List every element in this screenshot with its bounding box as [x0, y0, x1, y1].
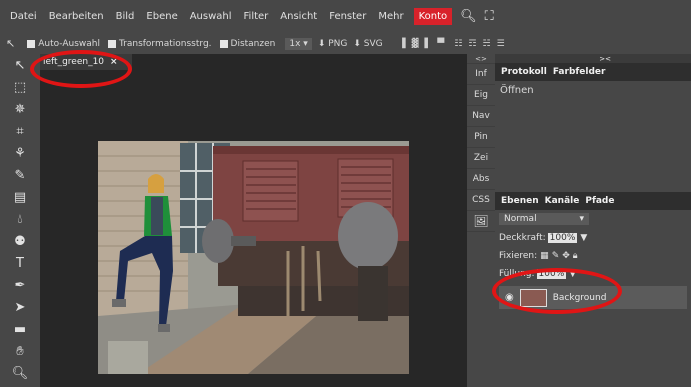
svg-label: SVG	[363, 38, 383, 49]
photo-illustration	[98, 141, 409, 374]
menu-ebene[interactable]: Ebene	[140, 11, 183, 22]
layers-tabs: Ebenen Kanäle Pfade	[495, 192, 691, 210]
zoom-tool-icon[interactable]: 🔍︎	[0, 362, 40, 384]
align-top-icon[interactable]: ▀	[437, 39, 444, 49]
tab-ebenen[interactable]: Ebenen	[501, 196, 539, 206]
lock-label: Fixieren:	[499, 251, 538, 261]
move-tool-icon: ↖	[6, 37, 16, 50]
menu-bild[interactable]: Bild	[110, 11, 141, 22]
tool-bar: ↖ ⬚ ✵ ⌗ ⚘ ✎ ▤ 💧︎ ⚉ T ✒ ➤ ▬ ✋︎ 🔍︎	[0, 54, 40, 387]
collapse-arrows-icon[interactable]: <>	[467, 54, 495, 64]
distances-checkbox[interactable]	[219, 39, 228, 48]
tab-protokoll[interactable]: Protokoll	[501, 67, 547, 77]
align-left-icon[interactable]: ▐	[399, 39, 406, 49]
panel-character[interactable]: Zei	[467, 148, 495, 169]
gradient-tool-icon[interactable]: ▤	[0, 186, 40, 208]
tab-pfade[interactable]: Pfade	[585, 196, 614, 206]
align-center-icon[interactable]: ▓	[412, 39, 419, 49]
blend-mode-value: Normal	[504, 214, 537, 224]
shape-tool-icon[interactable]: ▬	[0, 318, 40, 340]
collapsed-panels: <> Inf Eig Nav Pin Zei Abs CSS 🖼︎	[467, 54, 495, 387]
fullscreen-icon[interactable]: ⛶	[485, 9, 494, 24]
image-icon[interactable]: 🖼︎	[467, 211, 495, 232]
annotation-circle-layer	[492, 268, 622, 314]
transform-checkbox[interactable]	[107, 39, 116, 48]
panel-css[interactable]: CSS	[467, 190, 495, 211]
distances-label: Distanzen	[230, 38, 276, 49]
panel-paragraph[interactable]: Abs	[467, 169, 495, 190]
menu-fenster[interactable]: Fenster	[323, 11, 372, 22]
auto-select-label: Auto-Auswahl	[38, 38, 100, 49]
blend-mode-select[interactable]: Normal ▾	[499, 213, 589, 225]
auto-select-checkbox[interactable]	[27, 39, 36, 48]
search-icon[interactable]: 🔍︎	[460, 9, 477, 24]
panel-navigator[interactable]: Nav	[467, 106, 495, 127]
lock-icon[interactable]: 🔒︎	[573, 251, 578, 261]
right-panel: >< Protokoll Farbfelder Öffnen Ebenen Ka…	[495, 54, 691, 387]
caret-down-icon[interactable]: ▼	[580, 233, 587, 243]
document-area: left_green_10 ×	[40, 54, 467, 387]
account-button[interactable]: Konto	[413, 8, 453, 25]
opacity-row: Deckkraft: 100% ▼	[499, 233, 587, 243]
png-label: PNG	[328, 38, 348, 49]
canvas-image[interactable]	[98, 141, 409, 374]
panel-info[interactable]: Inf	[467, 64, 495, 85]
hand-tool-icon[interactable]: ✋︎	[0, 340, 40, 362]
collapse-arrows-icon[interactable]: ><	[495, 54, 691, 63]
download-icon: ⬇	[353, 38, 361, 49]
panel-properties[interactable]: Eig	[467, 85, 495, 106]
export-png-button[interactable]: ⬇ PNG	[318, 39, 348, 49]
menu-mehr[interactable]: Mehr	[372, 11, 409, 22]
chevron-down-icon: ▾	[579, 214, 584, 224]
options-bar: ↖ Auto-Auswahl Transformationsstrg. Dist…	[0, 33, 691, 54]
history-panel: Öffnen	[495, 81, 691, 209]
dodge-tool-icon[interactable]: ⚉	[0, 230, 40, 252]
history-item[interactable]: Öffnen	[495, 81, 691, 100]
tab-kanaele[interactable]: Kanäle	[545, 196, 580, 206]
menu-datei[interactable]: Datei	[4, 11, 43, 22]
heal-tool-icon[interactable]: ⚘	[0, 142, 40, 164]
opacity-label: Deckkraft:	[499, 233, 546, 243]
pen-tool-icon[interactable]: ✒	[0, 274, 40, 296]
magic-wand-icon[interactable]: ✵	[0, 98, 40, 120]
transform-label: Transformationsstrg.	[118, 38, 212, 49]
distribute-bottom-icon[interactable]: ☵	[482, 39, 490, 49]
history-tabs: Protokoll Farbfelder	[495, 63, 691, 81]
annotation-circle-tab	[30, 50, 132, 88]
panel-pin[interactable]: Pin	[467, 127, 495, 148]
align-right-icon[interactable]: ▌	[424, 39, 431, 49]
crop-tool-icon[interactable]: ⌗	[0, 120, 40, 142]
zoom-select[interactable]: 1x ▾	[285, 37, 312, 50]
brush-tool-icon[interactable]: ✎	[0, 164, 40, 186]
download-icon: ⬇	[317, 38, 326, 49]
path-select-icon[interactable]: ➤	[0, 296, 40, 318]
marquee-tool-icon[interactable]: ⬚	[0, 76, 40, 98]
opacity-input[interactable]: 100%	[547, 233, 578, 243]
menu-auswahl[interactable]: Auswahl	[184, 11, 238, 22]
export-svg-button[interactable]: ⬇ SVG	[353, 39, 382, 49]
distribute-horizontal-icon[interactable]: ☰	[497, 39, 505, 49]
menu-bar: Datei Bearbeiten Bild Ebene Auswahl Filt…	[0, 0, 691, 33]
zoom-value: 1x	[289, 38, 301, 49]
lock-transparency-icon[interactable]: ▦	[540, 251, 549, 261]
distribute-middle-icon[interactable]: ☶	[468, 39, 476, 49]
tab-farbfelder[interactable]: Farbfelder	[553, 67, 606, 77]
lock-move-icon[interactable]: ✥	[562, 251, 570, 261]
lock-paint-icon[interactable]: ✎	[552, 251, 560, 261]
menu-bearbeiten[interactable]: Bearbeiten	[43, 11, 110, 22]
blur-tool-icon[interactable]: 💧︎	[0, 208, 40, 230]
distribute-top-icon[interactable]: ☷	[454, 39, 462, 49]
menu-filter[interactable]: Filter	[238, 11, 275, 22]
lock-row: Fixieren: ▦ ✎ ✥ 🔒︎	[499, 251, 578, 261]
type-tool-icon[interactable]: T	[0, 252, 40, 274]
menu-ansicht[interactable]: Ansicht	[274, 11, 323, 22]
